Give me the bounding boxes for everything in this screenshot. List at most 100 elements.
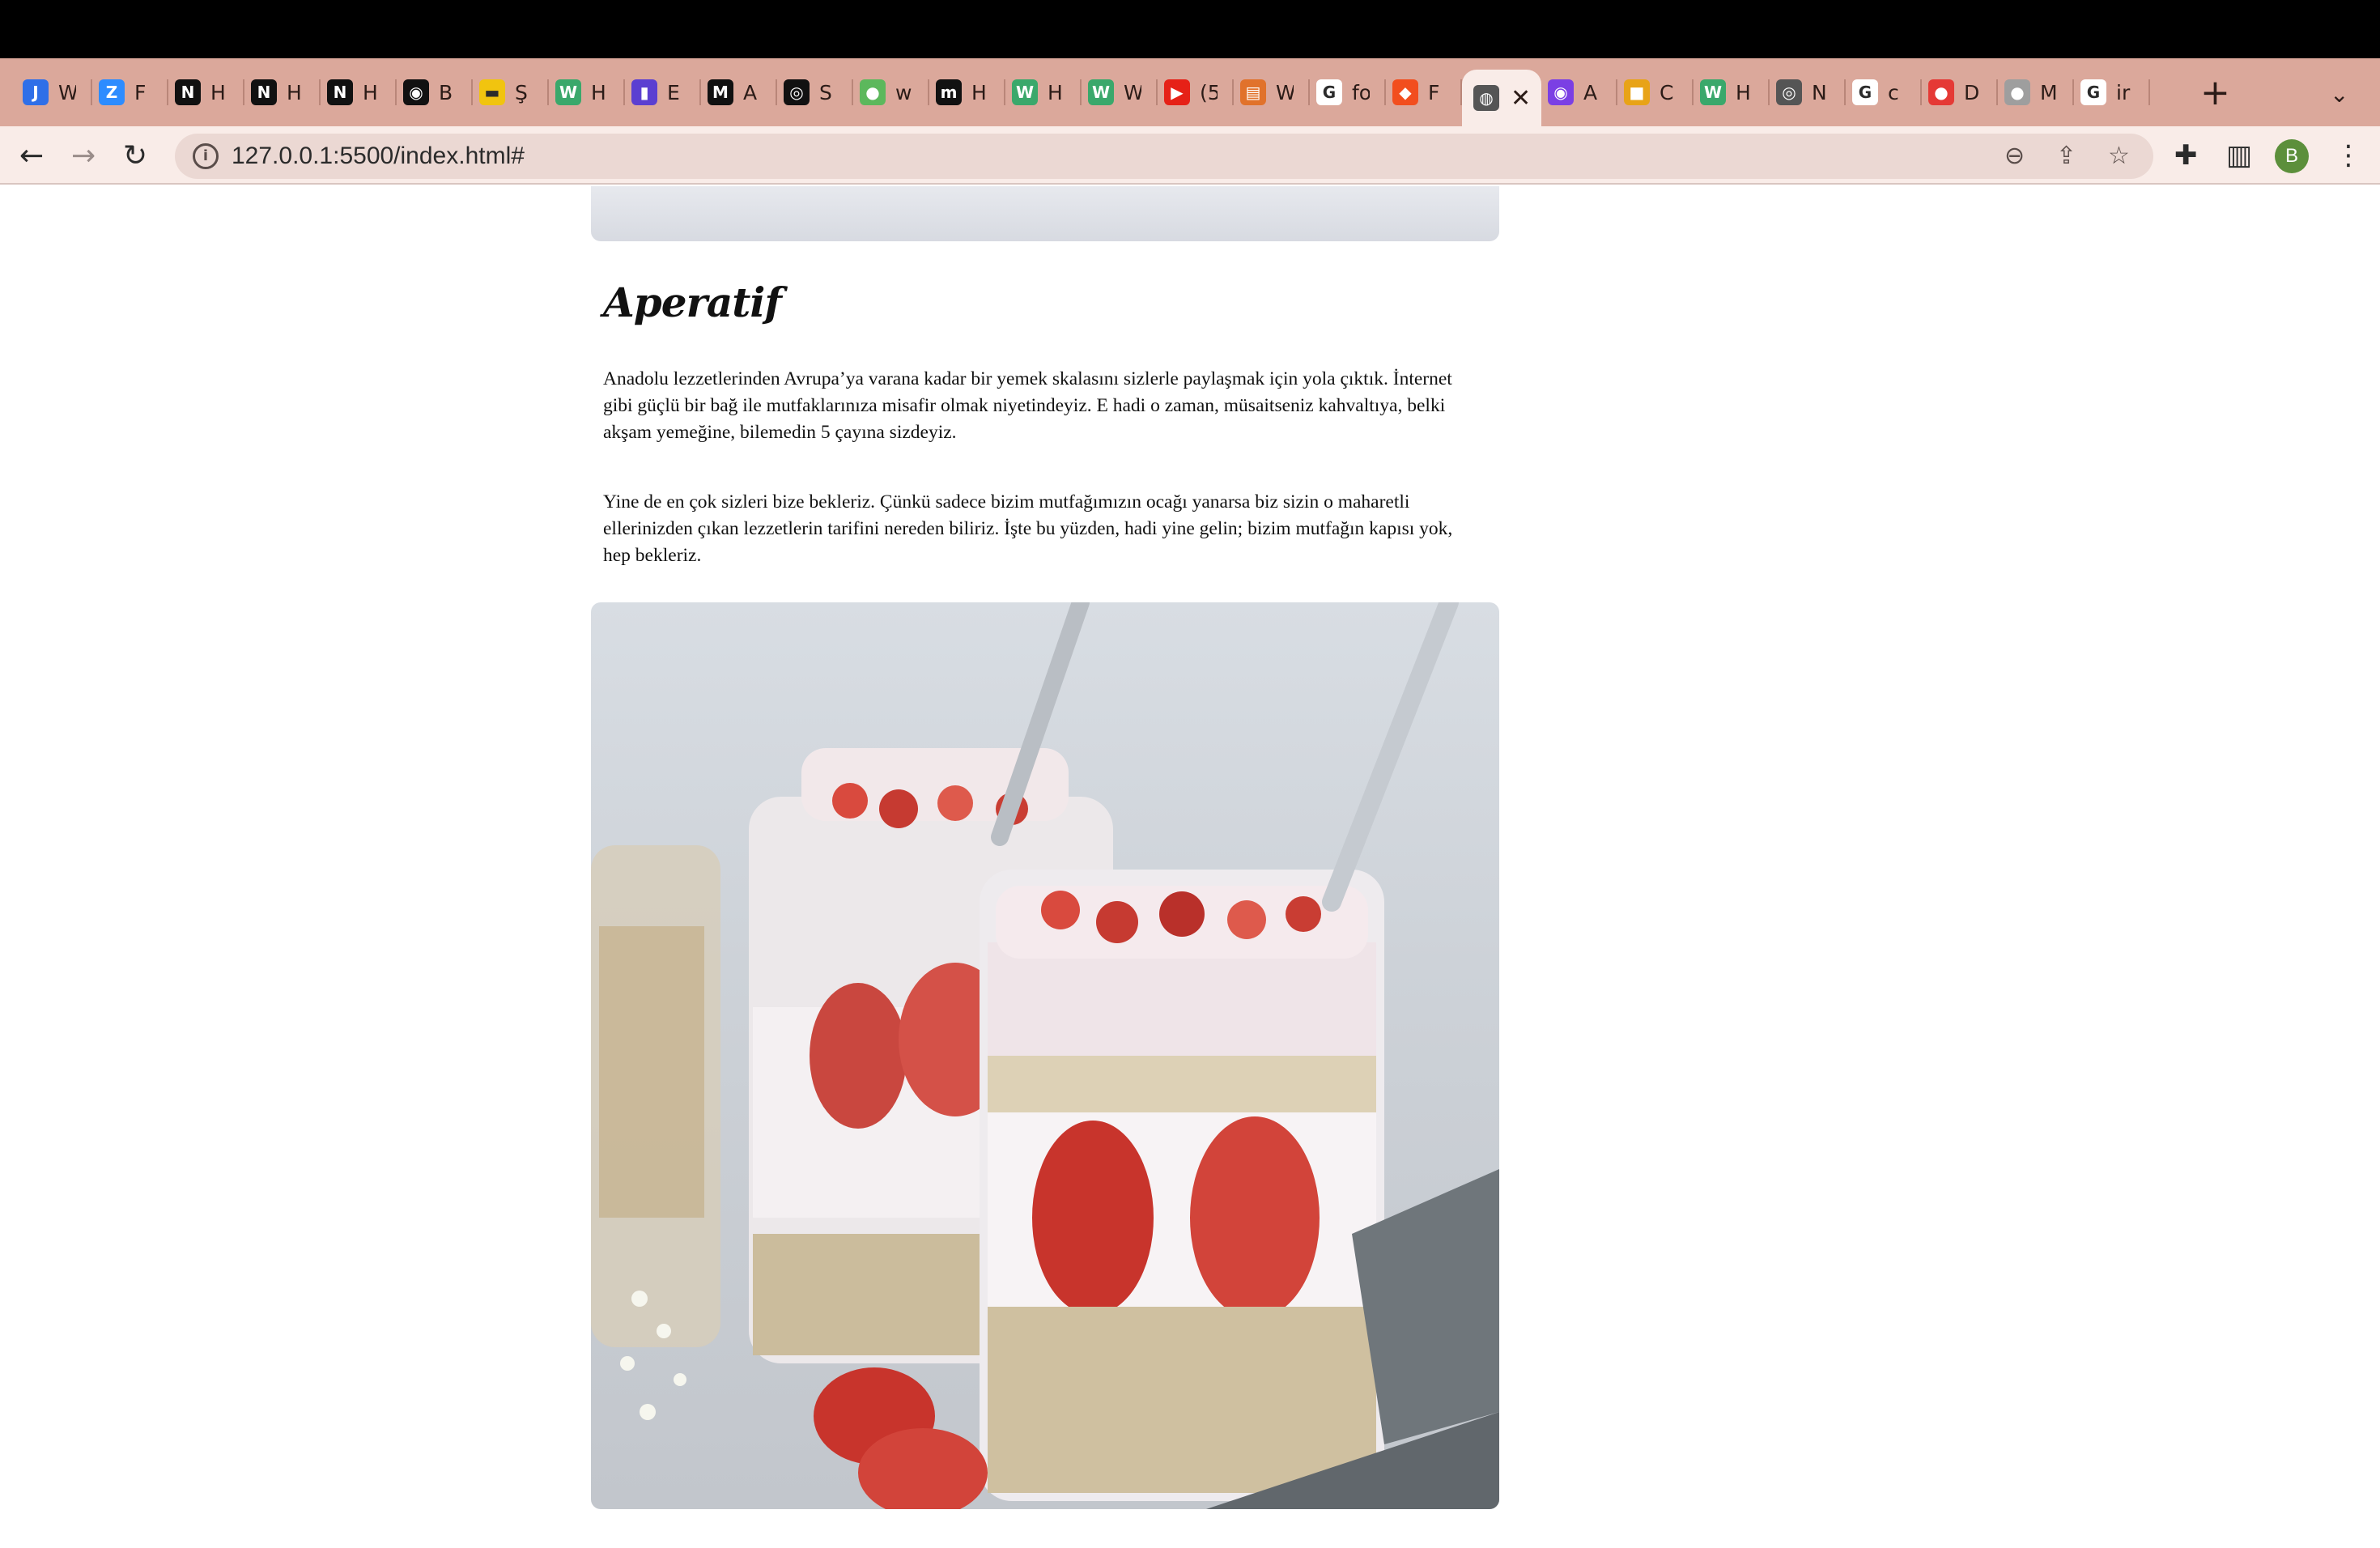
notion-icon: N (251, 79, 277, 105)
jira-icon: J (23, 79, 49, 105)
browser-tab[interactable]: ▮ E (625, 58, 701, 126)
share-icon[interactable]: ⇪ (2056, 134, 2076, 179)
browser-tab[interactable]: ● D (1922, 58, 1998, 126)
tab-title: H (1736, 80, 1751, 104)
browser-tab[interactable]: ◍ ✕ (1462, 70, 1541, 126)
tab-title: W (58, 80, 76, 104)
tab-title: B (439, 80, 453, 104)
intro-paragraph: Anadolu lezzetlerinden Avrupa’ya varana … (603, 368, 1452, 443)
browser-tab[interactable]: NH (321, 58, 397, 126)
back-arrow-icon[interactable]: ← (19, 126, 44, 185)
tab-title: W (1124, 80, 1141, 104)
tab-title: M (2040, 80, 2058, 104)
tab-title: H (363, 80, 378, 104)
browser-tab[interactable]: MA (701, 58, 777, 126)
medium-icon: M (708, 79, 733, 105)
reload-icon[interactable]: ↻ (123, 126, 147, 185)
tab-title: H (287, 80, 302, 104)
more-menu-icon[interactable]: ⋮ (2335, 126, 2362, 185)
tab-title: fo (1352, 80, 1370, 104)
tab-title: A (743, 80, 758, 104)
browser-tab[interactable]: ◆ F (1386, 58, 1462, 126)
browser-tab[interactable]: Gir (2074, 58, 2150, 126)
apple-icon: ● (2004, 79, 2030, 105)
profile-avatar[interactable]: B (2275, 139, 2309, 173)
url-text[interactable]: 127.0.0.1:5500/index.html# (232, 134, 525, 179)
browser-tab[interactable]: ◎ N (1770, 58, 1846, 126)
browser-tab[interactable]: ■ C (1617, 58, 1694, 126)
browser-tab[interactable]: Gc (1846, 58, 1922, 126)
tab-title: H (210, 80, 226, 104)
tab-separator (2148, 79, 2150, 105)
webflow-icon: W (555, 79, 581, 105)
google-icon: G (1852, 79, 1878, 105)
browser-tab[interactable]: ▤ W (1234, 58, 1310, 126)
browser-tab[interactable]: ▶ (5 (1158, 58, 1234, 126)
tab-title: (5 (1200, 80, 1218, 104)
tab-title: Ş (515, 80, 528, 104)
tool-icon: ▮ (631, 79, 657, 105)
webflow-icon: W (1700, 79, 1726, 105)
leaf-icon: ● (860, 79, 886, 105)
parfait-illustration (591, 602, 1499, 1509)
browser-tab[interactable]: ◎ S (777, 58, 853, 126)
palette-icon: ■ (1624, 79, 1650, 105)
m-icon: m (936, 79, 962, 105)
tab-title: F (134, 80, 147, 104)
extensions-puzzle-icon[interactable]: ✚ (2174, 126, 2198, 185)
app-icon: ● (1928, 79, 1954, 105)
chrome-icon: ◎ (1776, 79, 1802, 105)
browser-tab[interactable]: ● M (1998, 58, 2074, 126)
bookmark-star-icon[interactable]: ☆ (2108, 134, 2130, 179)
tab-title: W (1276, 80, 1294, 104)
browser-tab[interactable]: Gfo (1310, 58, 1386, 126)
new-tab-button[interactable]: + (2200, 58, 2230, 126)
tab-title: ir (2116, 80, 2131, 104)
browser-tab[interactable]: ZF (92, 58, 168, 126)
browser-tab[interactable]: NH (168, 58, 244, 126)
food-image-top (591, 186, 1499, 241)
side-panel-icon[interactable]: ▥ (2226, 126, 2252, 185)
tab-title: D (1964, 80, 1980, 104)
tab-title: A (1583, 80, 1598, 104)
globe-icon: ◍ (1473, 85, 1499, 111)
section-heading: Aperatif (603, 279, 782, 326)
browser-tab[interactable]: ◉ B (397, 58, 473, 126)
tab-title: E (667, 80, 680, 104)
tab-title: c (1888, 80, 1899, 104)
browser-tab[interactable]: JW (16, 58, 92, 126)
page-content: Aperatif Anadolu lezzetlerinden Avrupa’y… (0, 186, 2380, 1548)
browser-tab[interactable]: WH (1694, 58, 1770, 126)
notion-icon: N (175, 79, 201, 105)
tab-title: S (819, 80, 832, 104)
browser-tab[interactable]: mH (929, 58, 1005, 126)
burger-icon: ▤ (1240, 79, 1266, 105)
figma-icon: ◆ (1392, 79, 1418, 105)
forward-arrow-icon[interactable]: → (71, 126, 96, 185)
menu-bar (0, 0, 2380, 58)
youtube-icon: ▶ (1164, 79, 1190, 105)
browser-tab[interactable]: ◉ A (1541, 58, 1617, 126)
site-info-icon[interactable]: i (193, 143, 219, 169)
notion-icon: N (327, 79, 353, 105)
tab-list-chevron-icon[interactable]: ⌄ (2330, 81, 2348, 108)
browser-tab[interactable]: WH (549, 58, 625, 126)
browser-tab[interactable]: ● w (853, 58, 929, 126)
webflow-icon: W (1012, 79, 1038, 105)
browser-toolbar: ← → ↻ i 127.0.0.1:5500/index.html# ⊖ ⇪ ☆… (0, 126, 2380, 185)
browser-tab[interactable]: WW (1082, 58, 1158, 126)
browser-tab[interactable]: NH (244, 58, 321, 126)
github-icon: ◉ (403, 79, 429, 105)
address-bar[interactable]: i 127.0.0.1:5500/index.html# ⊖ ⇪ ☆ (175, 134, 2153, 179)
browser-tab[interactable]: WH (1005, 58, 1082, 126)
tab-title: H (591, 80, 606, 104)
zoom-icon[interactable]: ⊖ (2004, 134, 2025, 179)
compass-icon: ◎ (784, 79, 810, 105)
close-tab-icon[interactable]: ✕ (1511, 84, 1531, 113)
zoom-icon: Z (99, 79, 125, 105)
ticket-icon: ▬ (479, 79, 505, 105)
tab-strip: J W Z F N H N H N H ◉ B ▬ Ş W H ▮ E M A ◎ S ● w m H W H W W ▶ (5 ▤ W Gfo ◆ F… (0, 58, 2380, 126)
tab-title: F (1428, 80, 1440, 104)
google-icon: G (1316, 79, 1342, 105)
browser-tab[interactable]: ▬ Ş (473, 58, 549, 126)
